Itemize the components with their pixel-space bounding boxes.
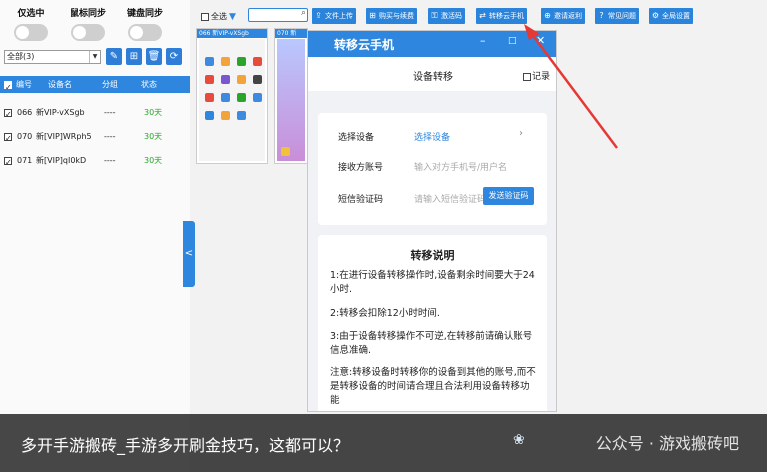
watermark: 公众号 · 游戏搬砖吧 [595, 434, 739, 453]
annotation-arrow [524, 24, 619, 149]
caption-text: 多开手游搬砖_手游多开刷金技巧，这都可以？ [21, 436, 350, 455]
wechat-icon: ❀ [513, 432, 525, 448]
caption-bar: 多开手游搬砖_手游多开刷金技巧，这都可以？ ❀ 公众号 · 游戏搬砖吧 [0, 414, 767, 472]
arrow-shaft [529, 32, 619, 149]
arrow-head [524, 24, 540, 40]
